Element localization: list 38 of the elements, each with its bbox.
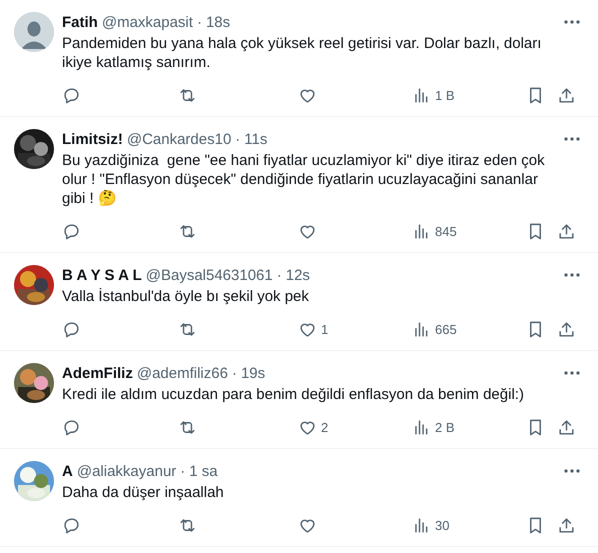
separator-dot: · bbox=[235, 130, 240, 148]
separator-dot: · bbox=[196, 14, 202, 30]
views-button[interactable]: 1 B bbox=[412, 85, 455, 105]
user-handle[interactable]: @aliakkayanur bbox=[76, 462, 176, 480]
user-name[interactable]: Limitsiz! bbox=[62, 130, 123, 148]
reply-text: Daha da düşer inşaallah bbox=[62, 483, 225, 502]
user-name[interactable]: Fatih bbox=[62, 14, 98, 30]
like-button[interactable]: 2 bbox=[298, 417, 412, 437]
reply-icon[interactable] bbox=[62, 516, 81, 534]
post-time[interactable]: 19s bbox=[240, 364, 266, 382]
avatar-icon[interactable] bbox=[14, 12, 54, 52]
user-handle[interactable]: @maxkapasit bbox=[102, 14, 193, 30]
views-button[interactable]: 845 bbox=[412, 221, 457, 241]
user-handle[interactable]: @ademfiliz66 bbox=[136, 364, 228, 382]
user-name[interactable]: B A Y S A L bbox=[62, 266, 142, 284]
reply-icon[interactable] bbox=[62, 222, 81, 240]
user-handle[interactable]: @Baysal54631061 bbox=[146, 266, 273, 284]
post-time[interactable]: 18s bbox=[206, 14, 230, 30]
reply-text: Pandemiden bu yana hala çok yüksek reel getirisi var. Dolar bazlı, doları ikiye katlamış sanırım. bbox=[62, 34, 542, 72]
views-button[interactable]: 665 bbox=[412, 319, 457, 339]
reply-icon[interactable] bbox=[62, 418, 81, 436]
reply-text: Valla İstanbul'da öyle bı şekil yok pek bbox=[62, 287, 310, 306]
views-button[interactable]: 30 bbox=[412, 515, 450, 535]
separator-dot: · bbox=[232, 364, 237, 382]
user-name[interactable]: A bbox=[62, 462, 73, 480]
post-time[interactable]: 11s bbox=[244, 130, 268, 148]
post-time[interactable]: 12s bbox=[286, 266, 310, 284]
like-button[interactable]: 1 bbox=[298, 319, 412, 339]
separator-dot: · bbox=[276, 266, 282, 284]
user-handle[interactable]: @Cankardes10 bbox=[126, 130, 232, 148]
reply-text: Bu yazdiğiniza gene "ee hani fiyatlar ucuzlamiyor ki" diye itiraz eden çok olur ! "Enflasyon düşecek" dendiğinde fiyatlarin ucuzlayacağini sananlar gibi ! 🤔 bbox=[62, 151, 546, 208]
reply-icon[interactable] bbox=[62, 320, 81, 338]
post-time[interactable]: 1 sa bbox=[189, 462, 218, 480]
views-button[interactable]: 2 B bbox=[412, 417, 455, 437]
reply-icon[interactable] bbox=[62, 86, 81, 104]
reply-text: Kredi ile aldım ucuzdan para benim değildi enflasyon da benim değil:) bbox=[62, 385, 525, 404]
user-name[interactable]: AdemFiliz bbox=[62, 364, 133, 382]
separator-dot: · bbox=[180, 462, 186, 480]
